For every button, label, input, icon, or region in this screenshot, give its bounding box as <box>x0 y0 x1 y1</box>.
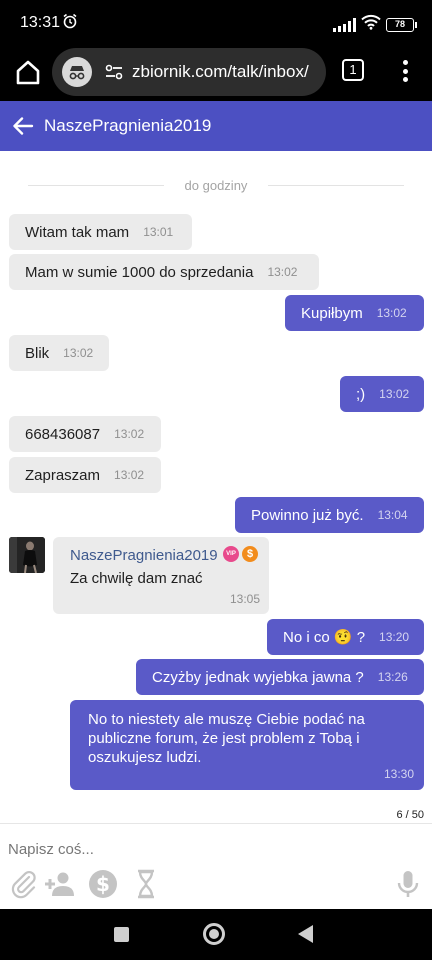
status-bar: 13:31 78 <box>0 0 432 46</box>
home-nav-icon[interactable] <box>203 923 225 945</box>
status-icons: 78 <box>333 14 417 35</box>
microphone-icon[interactable] <box>392 868 424 900</box>
message-bubble[interactable]: Witam tak mam 13:01 <box>9 214 192 250</box>
message-text: Blik <box>25 344 50 362</box>
more-menu-icon[interactable] <box>398 58 412 84</box>
message-text: Powinno już być. <box>251 506 364 524</box>
message-time: 13:02 <box>376 306 407 320</box>
recents-icon[interactable] <box>114 927 129 942</box>
message-time: 13:01 <box>143 225 174 239</box>
message-text: 668436087 <box>25 425 101 443</box>
message-text: No i co 🤨 ? <box>283 629 366 646</box>
message-bubble[interactable]: 668436087 13:02 <box>9 416 161 452</box>
attachment-icon[interactable] <box>8 868 40 900</box>
tab-switcher-button[interactable]: 1 <box>342 59 364 81</box>
message-time: 13:02 <box>63 346 94 360</box>
message-time: 13:05 <box>229 592 260 606</box>
message-bubble[interactable]: Czyżby jednak wyjebka jawna ? 13:26 <box>136 659 424 695</box>
message-bubble[interactable]: NaszePragnienia2019 VIP $ Za chwilę dam … <box>53 537 269 614</box>
message-bubble[interactable]: Mam w sumie 1000 do sprzedania 13:02 <box>9 254 319 290</box>
incognito-icon <box>62 57 92 87</box>
message-bubble[interactable]: No to niestety ale muszę Ciebie podać na… <box>70 700 424 790</box>
wifi-icon <box>361 14 381 35</box>
message-text: ;) <box>356 385 366 403</box>
status-time: 13:31 <box>20 14 61 31</box>
message-bubble[interactable]: No i co 🤨 ? 13:20 <box>267 619 424 655</box>
dollar-icon[interactable]: $ <box>87 868 119 900</box>
browser-toolbar: zbiornik.com/talk/inbox/ 1 <box>0 46 432 101</box>
back-nav-icon[interactable] <box>298 925 313 943</box>
message-time: 13:02 <box>267 265 298 279</box>
message-bubble[interactable]: Powinno już być. 13:04 <box>235 497 424 533</box>
message-time: 13:26 <box>377 670 408 684</box>
address-bar[interactable]: zbiornik.com/talk/inbox/ <box>52 48 326 96</box>
message-text: Czyżby jednak wyjebka jawna ? <box>152 668 364 686</box>
contact-name[interactable]: NaszePragnienia2019 <box>44 116 211 136</box>
battery-icon: 78 <box>386 17 417 32</box>
author-badges: VIP $ <box>223 546 258 562</box>
message-time: 13:04 <box>377 508 408 522</box>
message-bubble[interactable]: Zapraszam 13:02 <box>9 457 161 493</box>
message-time: 13:02 <box>379 387 410 401</box>
message-time: 13:02 <box>114 427 145 441</box>
hourglass-icon[interactable] <box>130 868 162 900</box>
message-list[interactable]: do godziny Witam tak mam 13:01 Mam w sum… <box>0 151 432 823</box>
message-text: Kupiłbym <box>301 304 363 322</box>
date-divider: do godziny <box>28 178 404 193</box>
url-text[interactable]: zbiornik.com/talk/inbox/ <box>132 62 309 82</box>
chat-header: NaszePragnienia2019 <box>0 101 432 151</box>
home-icon[interactable] <box>14 58 42 88</box>
message-text: No to niestety ale muszę Ciebie podać na… <box>88 711 365 766</box>
message-author[interactable]: NaszePragnienia2019 <box>70 547 218 564</box>
message-composer: $ <box>0 823 432 909</box>
message-text: Witam tak mam <box>25 223 130 241</box>
message-bubble[interactable]: Kupiłbym 13:02 <box>285 295 424 331</box>
system-nav-bar <box>0 909 432 960</box>
message-text: Za chwilę dam znać <box>70 570 203 587</box>
signal-icon <box>333 17 356 32</box>
message-time: 13:02 <box>114 468 145 482</box>
back-arrow-icon[interactable] <box>12 115 34 137</box>
message-text: Mam w sumie 1000 do sprzedania <box>25 263 254 281</box>
svg-text:$: $ <box>96 872 110 896</box>
message-time: 13:30 <box>383 767 414 781</box>
add-person-icon[interactable] <box>44 868 76 900</box>
alarm-icon <box>62 13 78 34</box>
avatar[interactable] <box>9 537 45 573</box>
message-time: 13:20 <box>379 630 410 644</box>
message-bubble[interactable]: Blik 13:02 <box>9 335 109 371</box>
message-text: Zapraszam <box>25 466 101 484</box>
site-settings-icon[interactable] <box>104 62 124 82</box>
vip-badge: VIP <box>223 546 239 562</box>
coin-badge: $ <box>242 546 258 562</box>
message-counter: 6 / 50 <box>396 809 424 821</box>
message-bubble[interactable]: ;) 13:02 <box>340 376 424 412</box>
message-input[interactable] <box>8 838 418 860</box>
